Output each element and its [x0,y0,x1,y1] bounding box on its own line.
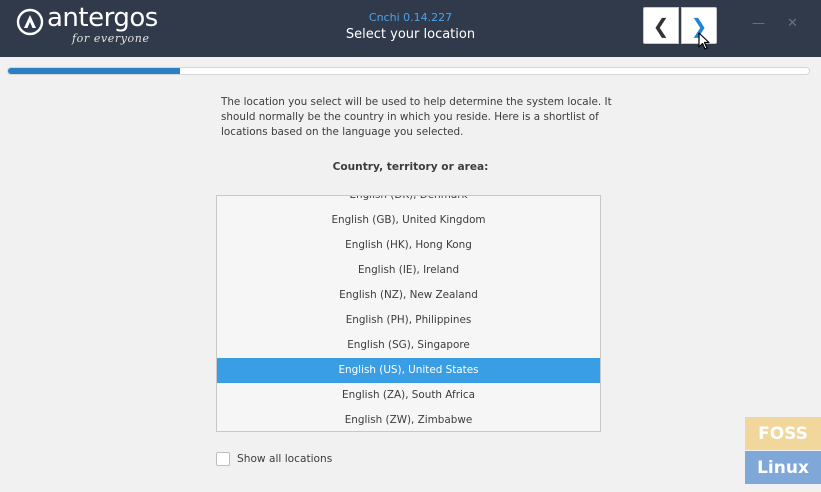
minimize-button[interactable]: — [752,16,765,31]
fosslinux-watermark: FOSS Linux [745,417,821,484]
close-button[interactable]: ✕ [787,16,798,31]
country-field-label: Country, territory or area: [332,161,489,173]
list-item-selected[interactable]: English (US), United States [217,358,600,383]
watermark-line2: Linux [745,451,821,484]
header-bar: antergos for everyone Cnchi 0.14.227 Sel… [0,0,821,57]
watermark-line1: FOSS [745,417,821,450]
list-item[interactable]: English (ZW), Zimbabwe [217,408,600,431]
list-item[interactable]: English (IE), Ireland [217,258,600,283]
list-item[interactable]: English (SG), Singapore [217,333,600,358]
mouse-pointer-icon [698,32,710,50]
location-list-items: English (DK), Denmark English (GB), Unite… [217,196,600,431]
location-description: The location you select will be used to … [221,96,612,138]
install-progress-bar [7,67,810,75]
list-item[interactable]: English (DK), Denmark [217,196,600,208]
list-item[interactable]: English (ZA), South Africa [217,383,600,408]
show-all-label: Show all locations [237,453,333,465]
list-item[interactable]: English (PH), Philippines [217,308,600,333]
back-button[interactable]: ❮ [643,7,679,44]
list-item[interactable]: English (NZ), New Zealand [217,283,600,308]
show-all-checkbox[interactable] [216,452,230,466]
location-list[interactable]: English (DK), Denmark English (GB), Unite… [216,195,601,432]
chevron-left-icon: ❮ [652,13,670,38]
progress-fill [8,68,181,74]
list-item[interactable]: English (HK), Hong Kong [217,233,600,258]
list-item[interactable]: English (GB), United Kingdom [217,208,600,233]
